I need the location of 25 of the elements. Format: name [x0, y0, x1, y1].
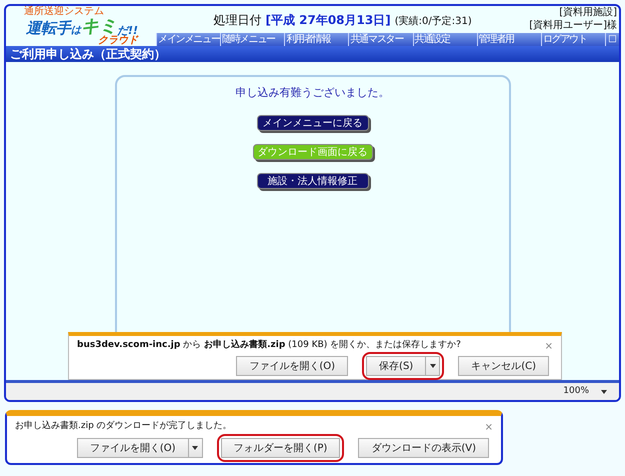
dialog-button[interactable]: ダウンロードの表示(V) — [358, 438, 489, 458]
count-summary: (実績:0/予定:31) — [394, 14, 472, 28]
menu-button[interactable]: 施設・法人情報修正 — [256, 172, 368, 188]
menu-button[interactable]: メインメニューに戻る — [256, 114, 368, 130]
dialog-button[interactable]: ファイルを開く(O) — [236, 356, 348, 376]
dialog-button[interactable]: ファイルを開く(O) — [76, 438, 188, 458]
dropdown-button[interactable] — [188, 438, 202, 458]
zoom-level[interactable]: 100% — [563, 384, 589, 398]
caret-icon — [192, 446, 198, 450]
facility-name: [資料用施設] — [559, 7, 617, 20]
processing-date: [平成 27年08月13日] — [265, 12, 391, 28]
caret-icon — [601, 390, 607, 394]
dialog-button[interactable]: 保存(S) — [366, 356, 426, 376]
dialog-button[interactable]: キャンセル(C) — [458, 356, 549, 376]
download-complete-message: お申し込み書類.zip のダウンロードが完了しました。 — [15, 420, 233, 434]
caret-icon — [430, 364, 436, 368]
close-button[interactable]: × — [544, 338, 553, 354]
thank-you-message: 申し込み有難うございました。 — [236, 85, 390, 101]
user-name: [資料用ユーザー]様 — [529, 20, 617, 32]
dropdown-button[interactable] — [426, 356, 440, 376]
date-label: 処理日付 — [213, 12, 262, 28]
dialog-button[interactable]: フォルダーを開く(P) — [220, 438, 340, 458]
close-button[interactable]: × — [484, 420, 493, 434]
page-title: ご利用申し込み（正式契約） — [10, 46, 166, 63]
download-question: bus3dev.scom-inc.jp から お申し込み書類.zip (109 KB) を開くか、または保存しますか? — [77, 339, 462, 352]
